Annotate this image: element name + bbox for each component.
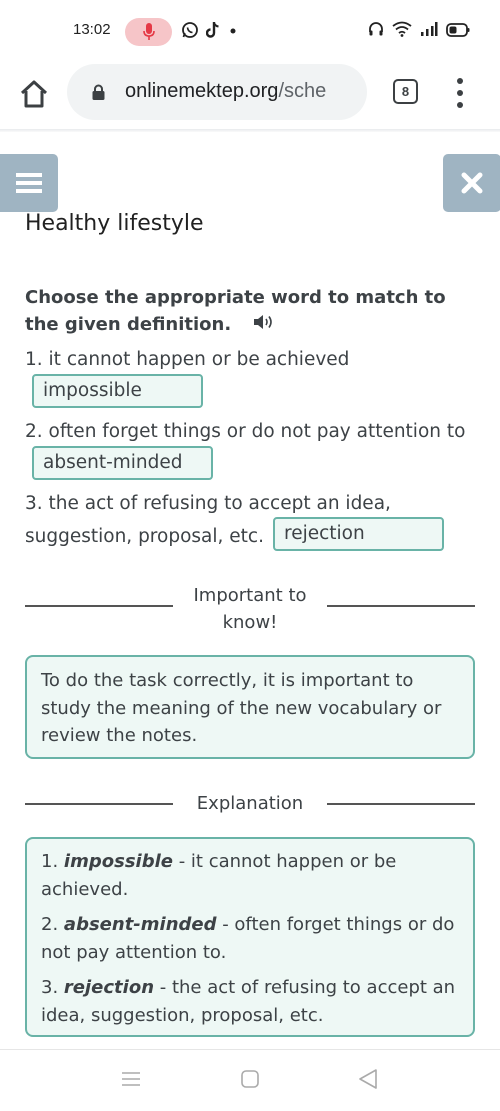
microphone-active-icon[interactable] [125, 18, 172, 46]
close-icon [461, 172, 483, 194]
system-navigation-bar [0, 1050, 500, 1111]
question-3: 3. the act of refusing to accept an idea… [25, 490, 391, 517]
browser-divider [0, 129, 500, 132]
question-number: 1. [25, 349, 43, 370]
answer-field-2[interactable]: absent-minded [32, 446, 213, 480]
more-options-icon[interactable] [453, 78, 467, 108]
recent-apps-button[interactable] [121, 1069, 141, 1093]
back-triangle-icon [359, 1069, 377, 1089]
explanation-item: 1. impossible - it cannot happen or be a… [41, 848, 459, 903]
question-text-line2: suggestion, proposal, etc. [25, 526, 264, 547]
question-text: often forget things or do not pay attent… [48, 421, 466, 442]
status-time: 13:02 [73, 21, 111, 38]
status-right-icons [368, 21, 470, 41]
status-bar: 13:02 [0, 0, 500, 64]
speaker-icon[interactable] [253, 312, 275, 339]
explanation-number: 1. [41, 851, 59, 872]
home-icon [20, 80, 48, 108]
explanation-item: 2. absent-minded - often forget things o… [41, 911, 459, 966]
home-button[interactable] [18, 78, 50, 110]
explanation-term: absent-minded [63, 914, 217, 935]
explanation-number: 2. [41, 914, 59, 935]
explanation-item: 3. rejection - the act of refusing to ac… [41, 974, 459, 1029]
url-text[interactable]: onlinemektep.org/sche [125, 80, 326, 103]
answer-field-1[interactable]: impossible [32, 374, 203, 408]
question-1: 1. it cannot happen or be achieved [25, 346, 349, 373]
explanation-term: rejection [63, 977, 155, 998]
important-heading-line2: know! [222, 612, 278, 633]
back-button[interactable] [358, 1069, 378, 1093]
explanation-separator: Explanation [25, 790, 475, 818]
home-square-icon [241, 1070, 259, 1088]
important-note-box: To do the task correctly, it is importan… [25, 655, 475, 759]
signal-icon [420, 21, 438, 41]
hamburger-icon [16, 173, 42, 193]
question-text: it cannot happen or be achieved [48, 349, 350, 370]
instruction-text: Choose the appropriate word to match to … [25, 287, 446, 335]
important-note-text: To do the task correctly, it is importan… [41, 670, 442, 746]
url-path: /sche [278, 80, 327, 102]
question-3-continued: suggestion, proposal, etc. [25, 523, 264, 550]
explanation-box: 1. impossible - it cannot happen or be a… [25, 837, 475, 1037]
whatsapp-icon [181, 21, 199, 45]
explanation-heading: Explanation [196, 793, 304, 814]
explanation-term: impossible [63, 851, 173, 872]
recent-apps-icon [122, 1072, 140, 1086]
close-button[interactable] [443, 154, 500, 212]
page-title: Healthy lifestyle [25, 211, 204, 236]
battery-icon [446, 22, 470, 41]
task-instruction: Choose the appropriate word to match to … [25, 284, 465, 339]
explanation-number: 3. [41, 977, 59, 998]
notification-dot-icon [230, 21, 236, 45]
tiktok-icon [205, 21, 220, 45]
lock-icon [92, 84, 105, 100]
address-bar[interactable]: onlinemektep.org/sche [67, 64, 367, 120]
url-domain: onlinemektep.org [125, 80, 279, 102]
menu-button[interactable] [0, 154, 58, 212]
home-nav-button[interactable] [240, 1069, 260, 1093]
answer-field-3[interactable]: rejection [273, 517, 444, 551]
wifi-icon [392, 21, 412, 41]
browser-toolbar: onlinemektep.org/sche 8 [0, 64, 500, 130]
headphones-icon [368, 21, 384, 41]
important-separator: Important to know! [25, 581, 475, 637]
question-2: 2. often forget things or do not pay att… [25, 418, 465, 445]
question-number: 2. [25, 421, 43, 442]
important-heading-line1: Important to [193, 585, 307, 606]
question-number: 3. [25, 493, 43, 514]
tab-switcher-button[interactable]: 8 [393, 79, 418, 104]
question-text-line1: the act of refusing to accept an idea, [48, 493, 391, 514]
